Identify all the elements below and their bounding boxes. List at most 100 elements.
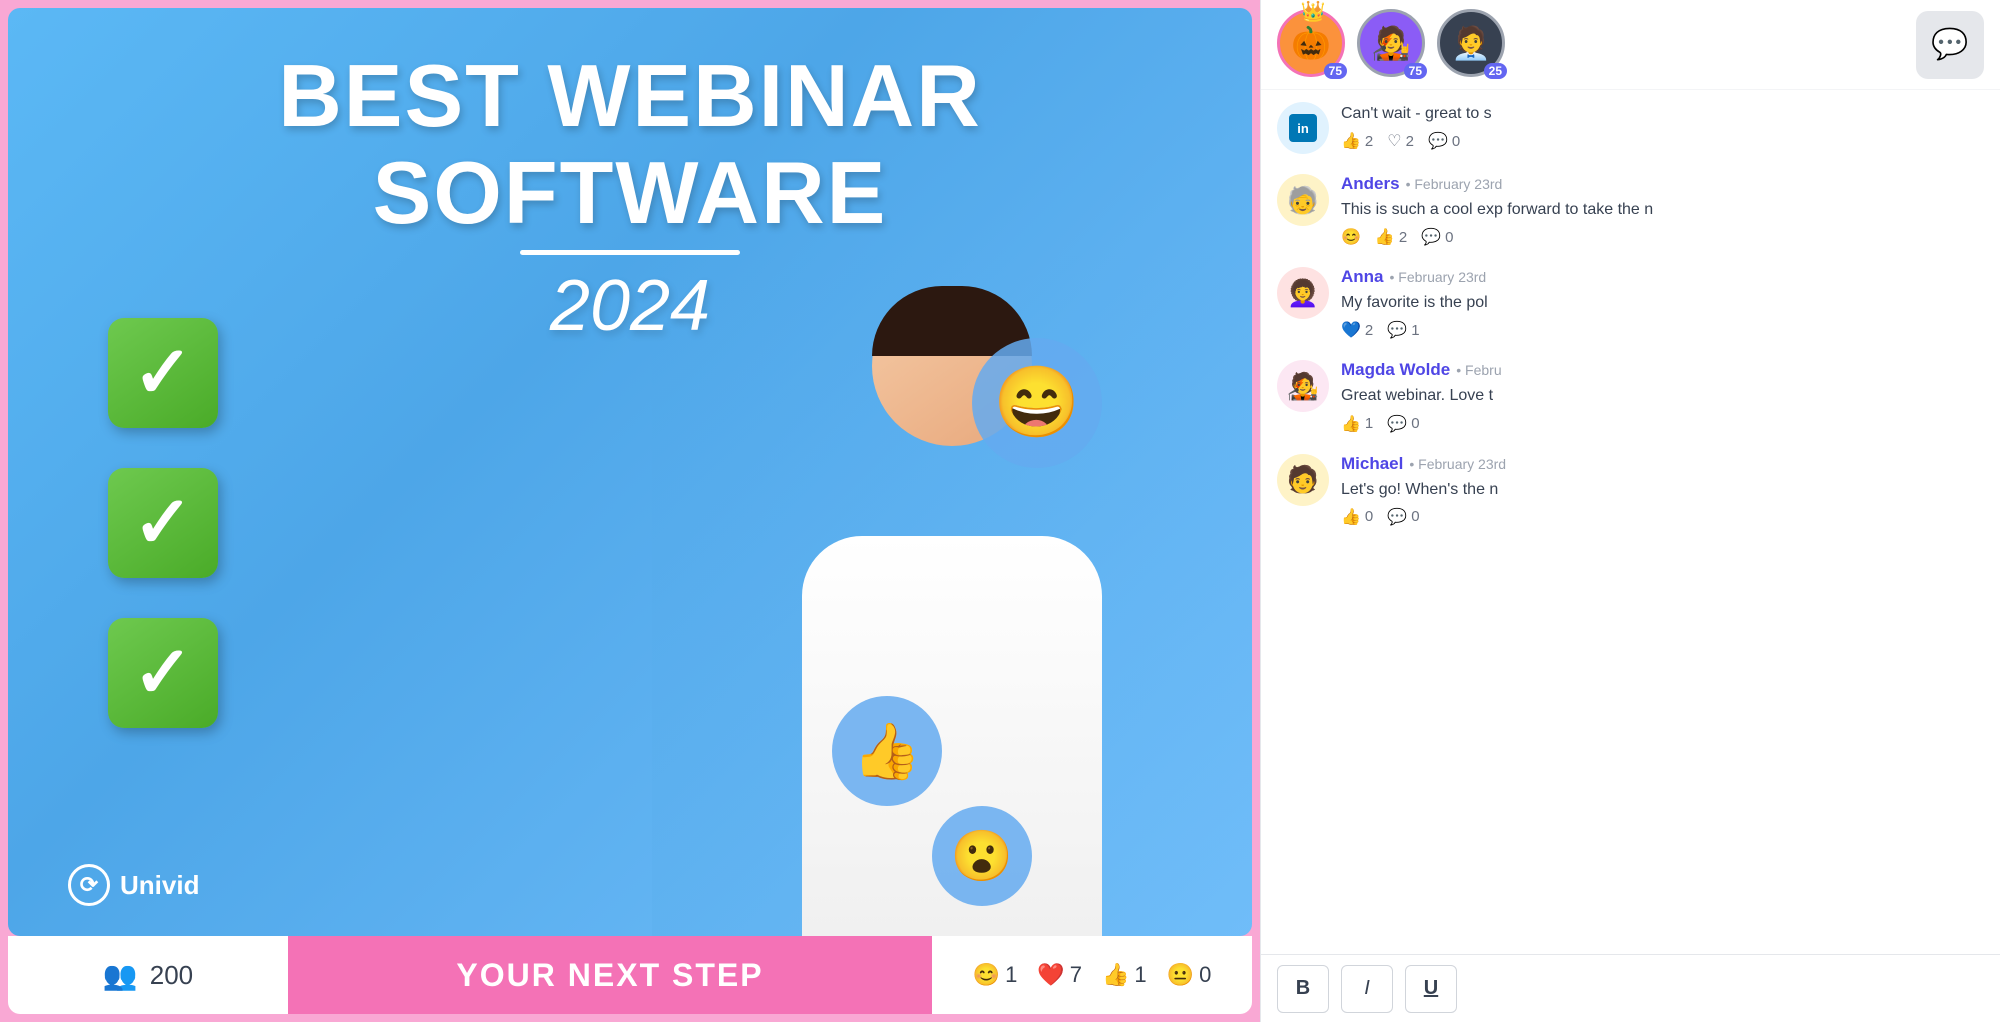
smile-action-2[interactable]: 😊	[1341, 227, 1361, 247]
comment-avatar-anna: 👩‍🦱	[1277, 267, 1329, 319]
comment-time-5: • February 23rd	[1409, 456, 1506, 472]
checkbox-2	[108, 468, 218, 578]
comment-item: 👩‍🦱 Anna • February 23rd My favorite is …	[1277, 267, 1984, 340]
comment-avatar-anders: 🧓	[1277, 174, 1329, 226]
heart-action-3[interactable]: 💙 2	[1341, 320, 1373, 340]
heart-count-3: 2	[1365, 322, 1373, 339]
heart-action-1[interactable]: ♡ 2	[1387, 131, 1414, 151]
bold-button[interactable]: B	[1277, 965, 1329, 1013]
title-underline	[520, 250, 740, 255]
like-count-5: 0	[1365, 508, 1373, 525]
video-title-block: BEST WEBINAR SOFTWARE 2024	[68, 48, 1192, 347]
comment-text-2: This is such a cool exp forward to take …	[1341, 198, 1984, 221]
bottom-bar: 👥 200 YOUR NEXT STEP 😊 1 ❤️ 7 👍 1	[8, 936, 1252, 1014]
comment-item: in Can't wait - great to s 👍 2 ♡ 2	[1277, 102, 1984, 154]
reaction-neutral-icon: 😐	[1167, 962, 1194, 988]
reaction-heart-icon: ❤️	[1037, 962, 1064, 988]
chat-icon-button[interactable]: 💬	[1916, 11, 1984, 79]
heart-icon: ♡	[1387, 131, 1401, 151]
avatar-badge-2: 75	[1404, 63, 1427, 79]
reaction-neutral-count: 0	[1199, 962, 1211, 988]
reply-icon: 💬	[1387, 507, 1407, 527]
reply-icon: 💬	[1387, 320, 1407, 340]
linkedin-icon: in	[1289, 114, 1317, 142]
video-area: BEST WEBINAR SOFTWARE 2024 ⟳ Univid 😄 👍 …	[0, 0, 1260, 1022]
comment-actions-5: 👍 0 💬 0	[1341, 507, 1984, 527]
heart-icon: 💙	[1341, 320, 1361, 340]
like-count-2: 2	[1399, 229, 1407, 246]
like-action-2[interactable]: 👍 2	[1375, 227, 1407, 247]
reply-action-4[interactable]: 💬 0	[1387, 414, 1419, 434]
main-layout: BEST WEBINAR SOFTWARE 2024 ⟳ Univid 😄 👍 …	[0, 0, 2000, 1022]
univid-logo: ⟳ Univid	[68, 864, 199, 906]
heart-count-1: 2	[1406, 133, 1414, 150]
comment-actions-4: 👍 1 💬 0	[1341, 414, 1984, 434]
comment-avatar-magda: 🧑‍🎤	[1277, 360, 1329, 412]
reaction-neutral: 😐 0	[1167, 962, 1212, 988]
like-action-5[interactable]: 👍 0	[1341, 507, 1373, 527]
comment-avatar-linkedin: in	[1277, 102, 1329, 154]
comment-time-4: • Febru	[1456, 362, 1501, 378]
comments-area[interactable]: in Can't wait - great to s 👍 2 ♡ 2	[1261, 90, 2000, 954]
like-action-1[interactable]: 👍 2	[1341, 131, 1373, 151]
avatar-3[interactable]: 🧑‍💼 25	[1437, 9, 1509, 81]
comment-time-2: • February 23rd	[1406, 176, 1503, 192]
comment-text-5: Let's go! When's the n	[1341, 478, 1984, 501]
thumbs-up-icon: 👍	[1341, 507, 1361, 527]
like-action-4[interactable]: 👍 1	[1341, 414, 1373, 434]
reply-action-5[interactable]: 💬 0	[1387, 507, 1419, 527]
comment-actions-3: 💙 2 💬 1	[1341, 320, 1984, 340]
reaction-smile: 😊 1	[973, 962, 1018, 988]
emoji-bubble-smile: 😄	[972, 338, 1102, 468]
checkbox-1	[108, 318, 218, 428]
univid-logo-text: Univid	[120, 870, 199, 901]
cta-label: YOUR NEXT STEP	[456, 957, 763, 994]
reaction-thumbs-icon: 👍	[1102, 962, 1129, 988]
comment-author-5: Michael	[1341, 454, 1403, 474]
underline-button[interactable]: U	[1405, 965, 1457, 1013]
comment-item: 🧑‍🎤 Magda Wolde • Febru Great webinar. L…	[1277, 360, 1984, 433]
comment-item: 🧑 Michael • February 23rd Let's go! When…	[1277, 454, 1984, 527]
comment-text-4: Great webinar. Love t	[1341, 384, 1984, 407]
comment-body-2: Anders • February 23rd This is such a co…	[1341, 174, 1984, 247]
reply-action-2[interactable]: 💬 0	[1421, 227, 1453, 247]
editor-bar: B I U	[1261, 954, 2000, 1022]
checkbox-list	[108, 318, 218, 728]
video-container: BEST WEBINAR SOFTWARE 2024 ⟳ Univid 😄 👍 …	[8, 8, 1252, 936]
reply-icon: 💬	[1421, 227, 1441, 247]
avatar-2[interactable]: 🧑‍🎤 75	[1357, 9, 1429, 81]
video-title-line2: 2024	[68, 265, 1192, 347]
reaction-heart: ❤️ 7	[1037, 962, 1082, 988]
comment-header-5: Michael • February 23rd	[1341, 454, 1984, 474]
avatar-badge-1: 75	[1324, 63, 1347, 79]
people-icon: 👥	[103, 959, 138, 992]
reaction-thumbs-count: 1	[1134, 962, 1146, 988]
avatar-row: 👑 🎃 75 🧑‍🎤 75 🧑‍💼 25 💬	[1261, 0, 2000, 90]
thumbs-up-icon: 👍	[1375, 227, 1395, 247]
avatar-1[interactable]: 👑 🎃 75	[1277, 9, 1349, 81]
comment-item: 🧓 Anders • February 23rd This is such a …	[1277, 174, 1984, 247]
reply-count-3: 1	[1411, 322, 1419, 339]
like-count-4: 1	[1365, 415, 1373, 432]
emoji-bubble-wow: 😮	[932, 806, 1032, 906]
reply-icon: 💬	[1428, 131, 1448, 151]
video-title-line1: BEST WEBINAR SOFTWARE	[68, 48, 1192, 242]
comment-author-2: Anders	[1341, 174, 1400, 194]
italic-button[interactable]: I	[1341, 965, 1393, 1013]
reaction-heart-count: 7	[1070, 962, 1082, 988]
reply-action-3[interactable]: 💬 1	[1387, 320, 1419, 340]
univid-logo-icon: ⟳	[68, 864, 110, 906]
smile-icon: 😊	[1341, 227, 1361, 247]
reply-count-4: 0	[1411, 415, 1419, 432]
comment-time-3: • February 23rd	[1390, 269, 1487, 285]
avatar-badge-3: 25	[1484, 63, 1507, 79]
comment-body-3: Anna • February 23rd My favorite is the …	[1341, 267, 1984, 340]
comment-header-3: Anna • February 23rd	[1341, 267, 1984, 287]
comment-author-3: Anna	[1341, 267, 1384, 287]
attendee-section: 👥 200	[8, 959, 288, 992]
thumbs-up-icon: 👍	[1341, 414, 1361, 434]
comment-actions-1: 👍 2 ♡ 2 💬 0	[1341, 131, 1984, 151]
comment-body-1: Can't wait - great to s 👍 2 ♡ 2 💬 0	[1341, 102, 1984, 151]
reply-action-1[interactable]: 💬 0	[1428, 131, 1460, 151]
cta-button[interactable]: YOUR NEXT STEP	[288, 936, 932, 1014]
